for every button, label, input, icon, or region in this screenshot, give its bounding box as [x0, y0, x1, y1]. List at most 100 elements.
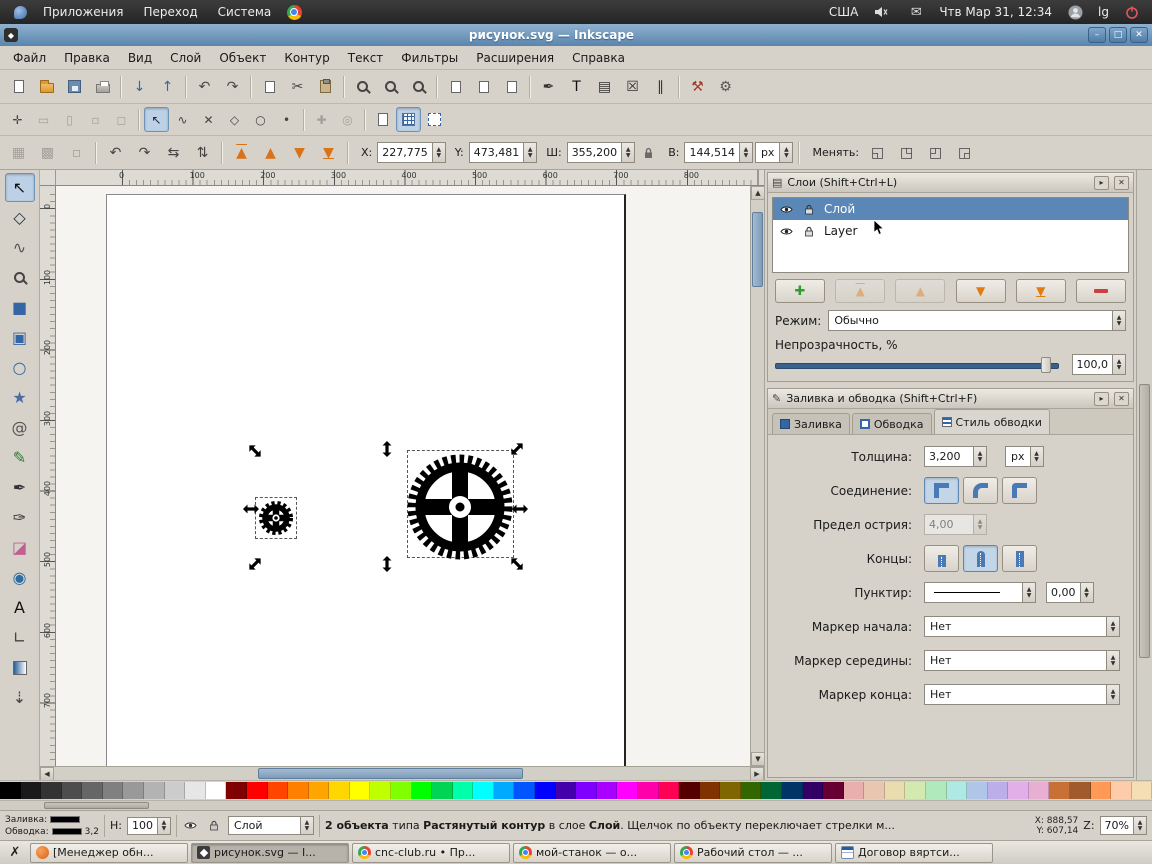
volume-muted-icon[interactable]: [873, 4, 889, 20]
fill-swatch[interactable]: [50, 816, 81, 823]
taskbar-item-update-manager[interactable]: [Менеджер обн...: [30, 842, 188, 863]
tweak-tool-button[interactable]: ∿: [5, 233, 35, 262]
round-join-button[interactable]: [963, 477, 998, 504]
dash-offset-input[interactable]: 0,00 ▲ ▼: [1046, 582, 1094, 603]
vertical-scrollbar[interactable]: ▲ ▼: [750, 186, 765, 766]
menu-item[interactable]: Слой: [161, 48, 210, 68]
palette-color[interactable]: [1028, 782, 1050, 799]
tab-stroke-paint[interactable]: Обводка: [851, 413, 932, 434]
user-name[interactable]: lg: [1098, 5, 1109, 19]
redo-button[interactable]: ↷: [219, 73, 246, 100]
star-tool-button[interactable]: ★: [5, 383, 35, 412]
palette-color[interactable]: [926, 782, 947, 799]
snap-paths-button[interactable]: ∿: [170, 107, 195, 132]
raise-to-top-button[interactable]: ▲: [228, 139, 255, 166]
calligraphy-tool-button[interactable]: ✑: [5, 503, 35, 532]
horizontal-ruler[interactable]: 0 100 200 300 400 500 600 700 800: [56, 170, 764, 186]
menu-item[interactable]: Справка: [563, 48, 634, 68]
rotate-90-ccw-button[interactable]: ↶: [102, 139, 129, 166]
fill-stroke-titlebar[interactable]: ✎ Заливка и обводка (Shift+Ctrl+F) ▸ ✕: [768, 389, 1133, 409]
palette-color[interactable]: [329, 782, 350, 799]
minimize-button[interactable]: –: [1088, 27, 1106, 43]
taskbar-item-writer-doc[interactable]: Договор вяртси...: [835, 842, 993, 863]
palette-color[interactable]: [1070, 782, 1091, 799]
spiral-tool-button[interactable]: @: [5, 413, 35, 442]
snap-guides-button[interactable]: [422, 107, 447, 132]
affect-scale-button[interactable]: ◳: [893, 139, 920, 166]
palette-color[interactable]: [390, 782, 412, 799]
miter-join-button[interactable]: [924, 477, 959, 504]
text-dialog-button[interactable]: T: [563, 73, 590, 100]
palette-color[interactable]: [370, 782, 391, 799]
layer-row[interactable]: Layer: [773, 220, 1128, 242]
palette-color[interactable]: [205, 782, 227, 799]
palette-color[interactable]: [1131, 782, 1152, 799]
node-tool-button[interactable]: ◇: [5, 203, 35, 232]
palette-color[interactable]: [308, 782, 330, 799]
dropper-tool-button[interactable]: ⇣: [5, 683, 35, 712]
palette-color[interactable]: [144, 782, 165, 799]
affect-move-button[interactable]: ◱: [864, 139, 891, 166]
palette-color[interactable]: [1090, 782, 1112, 799]
stroke-width-input[interactable]: 3,200 ▲ ▼: [924, 446, 987, 467]
zoom-tool-button[interactable]: [5, 263, 35, 292]
palette-color[interactable]: [555, 782, 577, 799]
palette-color[interactable]: [452, 782, 474, 799]
delete-layer-button[interactable]: [1075, 279, 1126, 303]
save-document-button[interactable]: [61, 73, 88, 100]
paint-bucket-tool-button[interactable]: ◉: [5, 563, 35, 592]
layer-row-active[interactable]: Слой: [773, 198, 1128, 220]
layer-visibility-icon[interactable]: [778, 223, 794, 239]
bevel-join-button[interactable]: [1002, 477, 1037, 504]
stroke-swatch[interactable]: [51, 828, 82, 835]
layer-visibility-toggle[interactable]: [182, 817, 200, 835]
height-input[interactable]: 144,514 ▲ ▼: [684, 142, 753, 163]
scroll-left-button[interactable]: ◀: [40, 767, 54, 781]
palette-color[interactable]: [102, 782, 124, 799]
raise-button[interactable]: ▲: [257, 139, 284, 166]
palette-color[interactable]: [946, 782, 968, 799]
cut-button[interactable]: ✂: [284, 73, 311, 100]
palette-color[interactable]: [1049, 782, 1071, 799]
align-dialog-button[interactable]: ∥: [647, 73, 674, 100]
power-icon[interactable]: [1124, 4, 1140, 20]
panel-iconify-button[interactable]: ▸: [1094, 391, 1109, 406]
show-desktop-button[interactable]: ✗: [3, 843, 27, 863]
vertical-ruler[interactable]: 0 100 200 300 400 500 600 700: [40, 186, 56, 766]
user-avatar[interactable]: [1067, 4, 1083, 20]
tab-fill[interactable]: Заливка: [772, 413, 850, 434]
palette-color[interactable]: [288, 782, 309, 799]
create-clone-button[interactable]: [470, 73, 497, 100]
layers-panel-titlebar[interactable]: ▤ Слои (Shift+Ctrl+L) ▸ ✕: [768, 173, 1133, 193]
lower-layer-button[interactable]: ▼: [955, 279, 1006, 303]
palette-scrollbar-thumb[interactable]: [44, 802, 149, 809]
snap-bbox-button[interactable]: ▭: [31, 107, 56, 132]
undo-button[interactable]: ↶: [191, 73, 218, 100]
palette-color[interactable]: [617, 782, 638, 799]
palette-color[interactable]: [349, 782, 371, 799]
palette-color[interactable]: [411, 782, 433, 799]
menu-item[interactable]: Расширения: [467, 48, 563, 68]
tab-stroke-style[interactable]: Стиль обводки: [933, 409, 1050, 434]
import-button[interactable]: ↓: [126, 73, 153, 100]
zoom-to-page-button[interactable]: [405, 73, 432, 100]
snap-bbox-edges-button[interactable]: ▯: [57, 107, 82, 132]
scroll-down-button[interactable]: ▼: [751, 752, 765, 766]
select-all-layers-button[interactable]: ▩: [34, 139, 61, 166]
pencil-tool-button[interactable]: ✎: [5, 443, 35, 472]
canvas[interactable]: [56, 186, 750, 766]
blend-mode-combo[interactable]: Обычно ▲ ▼: [828, 310, 1126, 331]
scale-handle-top-center[interactable]: [382, 441, 392, 457]
system-menu[interactable]: Система: [209, 2, 281, 22]
palette-color[interactable]: [761, 782, 782, 799]
square-cap-button[interactable]: [1002, 545, 1037, 572]
palette-color[interactable]: [699, 782, 721, 799]
rectangle-tool-button[interactable]: ■: [5, 293, 35, 322]
palette-color[interactable]: [967, 782, 988, 799]
layer-lock-icon[interactable]: [801, 223, 817, 239]
palette-color[interactable]: [843, 782, 865, 799]
palette-scrollbar[interactable]: [0, 800, 1152, 810]
vertical-scrollbar-thumb[interactable]: [752, 212, 763, 287]
flip-horizontal-button[interactable]: ⇆: [160, 139, 187, 166]
x-input[interactable]: 227,775 ▲ ▼: [377, 142, 446, 163]
